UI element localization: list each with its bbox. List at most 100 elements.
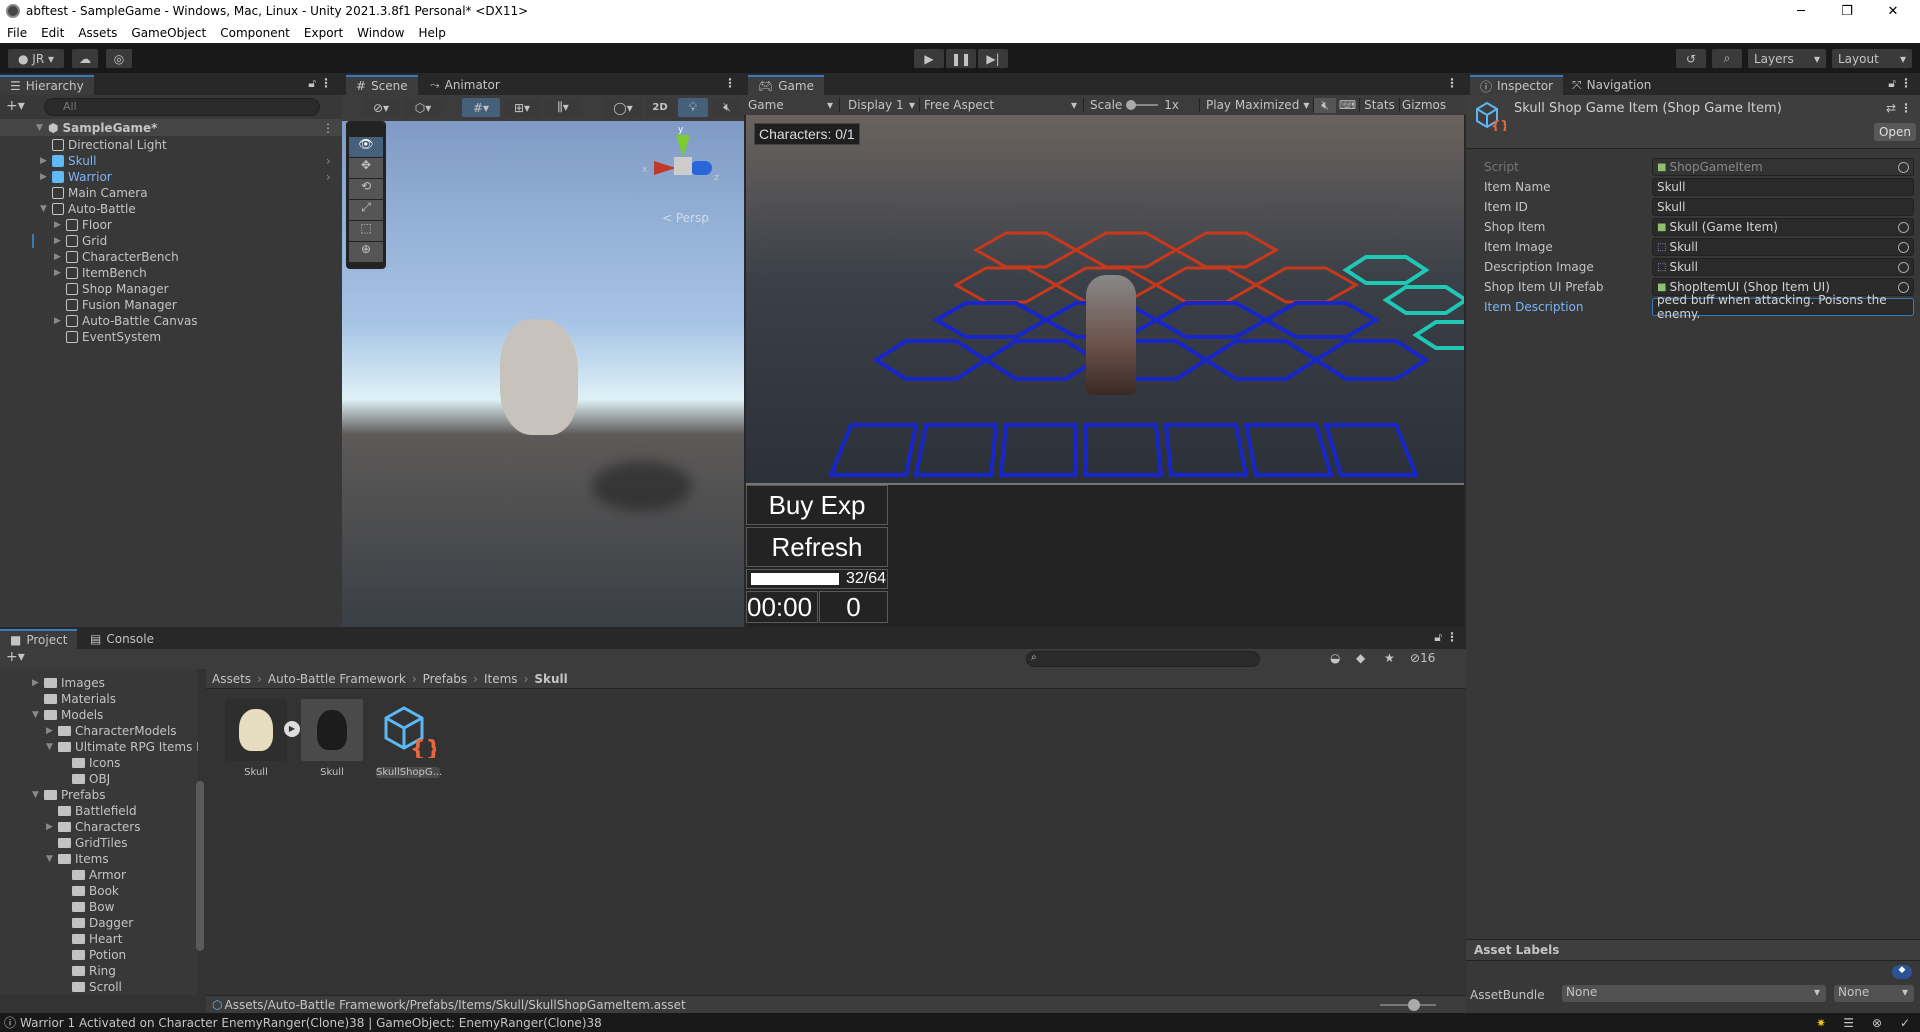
tab-project[interactable]: ■ Project <box>0 629 78 649</box>
filter-by-type-icon[interactable]: ◒ <box>1330 651 1340 665</box>
rotate-tool[interactable]: ⟲ <box>349 179 383 199</box>
render-mode-dropdown[interactable]: ◯▾ <box>604 98 642 117</box>
play-button[interactable]: ▶ <box>914 49 944 68</box>
expand-arrow-icon[interactable]: ▶ <box>54 236 62 246</box>
y-axis-cone[interactable] <box>676 135 690 157</box>
folder-item[interactable]: ▶ Characters <box>46 819 141 835</box>
lock-icon[interactable]: 🔓︎ <box>1888 76 1896 91</box>
hierarchy-item[interactable]: EventSystem <box>54 329 161 345</box>
create-asset-button[interactable]: +▾ <box>6 649 25 665</box>
layers-dropdown[interactable]: Layers ▾ <box>1748 49 1826 68</box>
panel-menu-icon[interactable]: ⋮ <box>724 76 736 90</box>
asset-item[interactable]: {} SkullShopG... <box>376 699 442 778</box>
pause-button[interactable]: ❚❚ <box>946 49 976 68</box>
scene-row[interactable]: ▼ ⬢ SampleGame* ⋮ <box>0 119 342 136</box>
layout-dropdown[interactable]: Layout ▾ <box>1832 49 1912 68</box>
cache-server-icon[interactable]: ☰ <box>1843 1016 1854 1030</box>
prefab-open-arrow-icon[interactable]: › <box>326 170 331 184</box>
folder-item[interactable]: Dagger <box>60 915 133 931</box>
field-shop-item[interactable]: ■ Skull (Game Item) <box>1652 218 1914 236</box>
hidden-packages-toggle[interactable]: ⊘16 <box>1410 651 1435 665</box>
view-tool[interactable]: 👁︎ <box>349 137 383 157</box>
expand-arrow-icon[interactable]: ▶ <box>40 156 48 166</box>
folder-item[interactable]: Scroll <box>60 979 122 995</box>
panel-menu-icon[interactable]: ⋮ <box>320 76 332 90</box>
object-picker-icon[interactable] <box>1898 161 1909 173</box>
orientation-gizmo[interactable]: y x z <box>642 125 722 201</box>
project-search-input[interactable]: ⌕ <box>1026 651 1260 667</box>
menu-component[interactable]: Component <box>213 26 297 40</box>
folder-item[interactable]: Armor <box>60 867 126 883</box>
object-picker-icon[interactable] <box>1898 261 1909 273</box>
minimize-button[interactable]: ─ <box>1778 0 1824 22</box>
increment-snap-dropdown[interactable]: ⊞▾ <box>504 98 540 117</box>
menu-export[interactable]: Export <box>297 26 350 40</box>
breadcrumb-item[interactable]: Prefabs <box>423 672 468 686</box>
folder-item[interactable]: Bow <box>60 899 114 915</box>
hierarchy-item[interactable]: Directional Light <box>40 137 167 153</box>
gizmo-center[interactable] <box>674 157 692 175</box>
expand-arrow-icon[interactable]: ▶ <box>54 220 62 230</box>
panel-menu-icon[interactable]: ⋮ <box>1900 76 1912 90</box>
hierarchy-item[interactable]: ▶ Grid <box>54 233 107 249</box>
field-item-image[interactable]: ⬚ Skull <box>1652 238 1914 256</box>
breadcrumb-item[interactable]: Skull <box>534 672 567 686</box>
lock-icon[interactable]: 🔓︎ <box>308 76 316 91</box>
expand-arrow-icon[interactable]: ▶ <box>54 252 62 262</box>
auto-generate-lighting-icon[interactable]: ⊗ <box>1872 1016 1882 1030</box>
lighting-toggle[interactable]: 💡︎ <box>678 98 708 117</box>
folder-item[interactable]: ▼ Ultimate RPG Items P <box>46 739 198 755</box>
expand-arrow-icon[interactable]: ▶ <box>40 172 48 182</box>
assetbundle-dropdown[interactable]: None ▾ <box>1562 985 1826 1002</box>
expand-arrow-icon[interactable]: ▼ <box>40 204 48 214</box>
hierarchy-item[interactable]: Shop Manager <box>54 281 169 297</box>
expand-arrow-icon[interactable]: ▼ <box>46 854 54 864</box>
game-view-dropdown[interactable]: Game ▾ <box>744 98 840 112</box>
menu-assets[interactable]: Assets <box>71 26 124 40</box>
breadcrumb-item[interactable]: Assets <box>212 672 251 686</box>
folder-item[interactable]: Book <box>60 883 119 899</box>
expand-arrow-icon[interactable]: ▶ <box>46 822 54 832</box>
hierarchy-item[interactable]: ▶ Skull › <box>40 153 331 169</box>
hierarchy-item[interactable]: Fusion Manager <box>54 297 177 313</box>
tab-animator[interactable]: ⤳ Animator <box>420 75 510 95</box>
tree-scrollbar[interactable] <box>196 781 204 951</box>
scale-slider[interactable]: Scale 1x <box>1084 98 1200 112</box>
folder-item[interactable]: ▼ Prefabs <box>32 787 106 803</box>
tab-hierarchy[interactable]: ☰ Hierarchy <box>0 75 94 95</box>
expand-arrow-icon[interactable]: ▶ <box>54 316 62 326</box>
expand-prefab-icon[interactable]: ▶ <box>284 721 300 737</box>
stats-toggle[interactable]: Stats <box>1360 98 1400 112</box>
menu-gameobject[interactable]: GameObject <box>124 26 213 40</box>
audio-toggle[interactable]: 🔇︎ <box>712 98 742 117</box>
x-axis-cone[interactable] <box>654 161 676 175</box>
prefab-open-arrow-icon[interactable]: › <box>326 154 331 168</box>
hierarchy-item[interactable]: ▶ Auto-Battle Canvas <box>54 313 198 329</box>
aspect-dropdown[interactable]: Free Aspect ▾ <box>920 98 1084 112</box>
folder-item[interactable]: ▼ Items <box>46 851 109 867</box>
shading-dropdown[interactable]: ⬡▾ <box>404 98 442 117</box>
tab-game[interactable]: 🎮︎ Game <box>748 75 824 95</box>
lock-icon[interactable]: 🔓︎ <box>1434 630 1442 645</box>
icon-size-slider[interactable] <box>1380 999 1436 1011</box>
mute-audio-toggle[interactable]: 🔇︎ <box>1314 97 1336 113</box>
expand-arrow-icon[interactable]: ▶ <box>54 268 62 278</box>
bug-warning-icon[interactable]: ✷ <box>1816 1016 1826 1030</box>
slider-handle[interactable] <box>1408 999 1420 1011</box>
object-picker-icon[interactable] <box>1898 241 1909 253</box>
2d-toggle[interactable]: 2D <box>646 98 674 117</box>
folder-item[interactable]: ▼ Models <box>32 707 103 723</box>
refresh-button[interactable]: Refresh <box>746 527 888 567</box>
move-tool[interactable]: ✥ <box>349 158 383 178</box>
filter-by-label-icon[interactable]: ◆ <box>1356 651 1365 665</box>
expand-arrow-icon[interactable]: ▼ <box>32 790 40 800</box>
z-axis-cone[interactable] <box>690 161 712 175</box>
skull-model[interactable] <box>500 319 578 435</box>
transform-tool[interactable]: ⊕ <box>349 242 383 262</box>
rect-tool[interactable]: ⬚ <box>349 221 383 241</box>
hierarchy-item[interactable]: Main Camera <box>40 185 148 201</box>
gizmos-toggle[interactable]: Gizmos <box>1400 98 1448 112</box>
search-button[interactable]: ⌕ <box>1712 49 1742 68</box>
breadcrumb-item[interactable]: Auto-Battle Framework <box>268 672 406 686</box>
preset-icon[interactable]: ⇄ <box>1886 101 1896 115</box>
